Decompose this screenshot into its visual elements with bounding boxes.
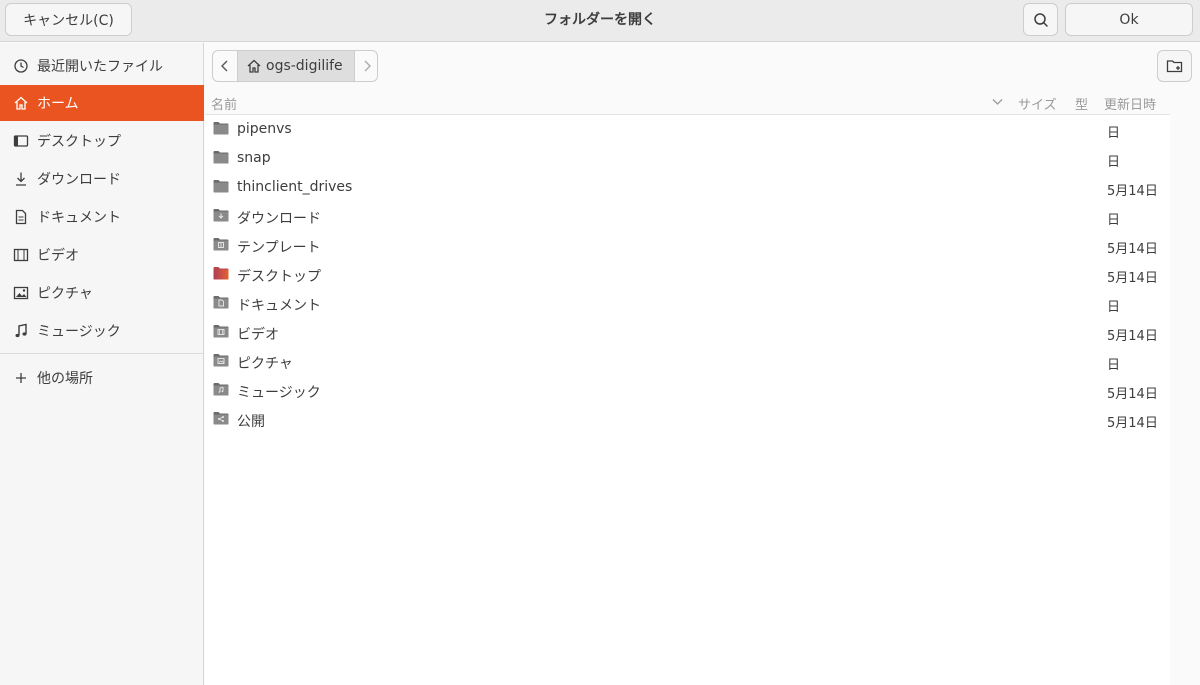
file-row[interactable]: ピクチャ 日 xyxy=(205,347,1170,376)
sidebar-item-pictures[interactable]: ピクチャ xyxy=(0,275,204,311)
search-button[interactable] xyxy=(1023,3,1058,36)
folder-icon xyxy=(213,150,229,164)
file-name: pipenvs xyxy=(237,121,292,137)
file-modified: 5月14日 xyxy=(1107,416,1158,431)
file-modified: 日 xyxy=(1107,300,1121,315)
download-icon xyxy=(12,170,30,188)
file-name: テンプレート xyxy=(237,240,321,256)
column-header-type[interactable]: 型 xyxy=(1075,94,1088,113)
plus-icon xyxy=(12,369,30,387)
file-row[interactable]: テンプレート 5月14日 xyxy=(205,231,1170,260)
file-name: thinclient_drives xyxy=(237,179,353,195)
sidebar-item-label: 他の場所 xyxy=(37,371,93,387)
sidebar-item-label: ホーム xyxy=(37,96,79,112)
file-modified: 日 xyxy=(1107,155,1121,170)
sidebar-item-home[interactable]: ホーム xyxy=(0,85,204,121)
file-row[interactable]: snap 日 xyxy=(205,144,1170,173)
file-name: ピクチャ xyxy=(237,356,293,372)
file-modified: 5月14日 xyxy=(1107,242,1158,257)
column-header-size[interactable]: サイズ xyxy=(1018,94,1057,113)
file-modified: 5月14日 xyxy=(1107,329,1158,344)
file-row[interactable]: ビデオ 5月14日 xyxy=(205,318,1170,347)
folder-desktop-icon xyxy=(213,266,229,280)
column-header-name[interactable]: 名前 xyxy=(211,94,237,113)
sidebar-item-label: ピクチャ xyxy=(37,286,93,302)
file-modified: 5月14日 xyxy=(1107,184,1158,199)
folder-download-icon xyxy=(213,208,229,222)
chevron-left-icon xyxy=(221,60,228,72)
new-folder-button[interactable] xyxy=(1157,50,1192,82)
sidebar-item-label: ミュージック xyxy=(37,324,121,340)
folder-documents-icon xyxy=(213,295,229,309)
sidebar-item-label: デスクトップ xyxy=(37,134,121,150)
sidebar-separator xyxy=(0,353,204,354)
file-row[interactable]: ダウンロード 日 xyxy=(205,202,1170,231)
sidebar-item-other-locations[interactable]: 他の場所 xyxy=(0,360,204,396)
folder-icon xyxy=(213,179,229,193)
file-modified: 5月14日 xyxy=(1107,271,1158,286)
picture-icon xyxy=(12,284,30,302)
recent-icon xyxy=(12,57,30,75)
file-name: 公開 xyxy=(237,414,265,430)
header-bar: フォルダーを開く キャンセル(C) Ok xyxy=(0,0,1200,42)
sidebar-item-label: 最近開いたファイル xyxy=(37,59,163,75)
file-list: 名前 サイズ 型 更新日時 pipenvs 日 snap 日 thinclient_dr… xyxy=(205,89,1170,685)
path-back-button[interactable] xyxy=(213,51,238,81)
sidebar-item-documents[interactable]: ドキュメント xyxy=(0,199,204,235)
cancel-button[interactable]: キャンセル(C) xyxy=(5,3,132,36)
sidebar-item-label: ビデオ xyxy=(37,248,79,264)
file-modified: 日 xyxy=(1107,126,1121,141)
file-name: snap xyxy=(237,150,271,166)
desktop-icon xyxy=(12,132,30,150)
home-icon xyxy=(247,59,261,73)
sidebar-item-label: ダウンロード xyxy=(37,172,121,188)
path-forward-button[interactable] xyxy=(354,51,377,81)
file-name: ミュージック xyxy=(237,385,321,401)
column-header-row: 名前 サイズ 型 更新日時 xyxy=(205,89,1170,115)
path-segment-home[interactable]: ogs-digilife xyxy=(238,51,354,81)
file-modified: 日 xyxy=(1107,358,1121,373)
file-name: ドキュメント xyxy=(237,298,321,314)
new-folder-icon xyxy=(1166,60,1182,73)
home-icon xyxy=(12,94,30,112)
music-icon xyxy=(12,322,30,340)
path-segment-label: ogs-digilife xyxy=(266,58,343,74)
chevron-down-icon[interactable] xyxy=(992,98,1003,106)
search-icon xyxy=(1033,12,1048,27)
ok-button[interactable]: Ok xyxy=(1065,3,1193,36)
file-name: ダウンロード xyxy=(237,211,321,227)
sidebar-item-downloads[interactable]: ダウンロード xyxy=(0,161,204,197)
file-modified: 日 xyxy=(1107,213,1121,228)
path-bar: ogs-digilife xyxy=(212,50,378,82)
column-header-modified[interactable]: 更新日時 xyxy=(1104,94,1156,113)
file-name: ビデオ xyxy=(237,327,279,343)
file-modified: 5月14日 xyxy=(1107,387,1158,402)
sidebar-item-music[interactable]: ミュージック xyxy=(0,313,204,349)
dialog-title: フォルダーを開く xyxy=(544,12,656,28)
places-sidebar: 最近開いたファイル ホーム デスクトップ ダウンロード ドキュメント ビデオ ピ… xyxy=(0,43,204,685)
file-row[interactable]: デスクトップ 5月14日 xyxy=(205,260,1170,289)
sidebar-item-videos[interactable]: ビデオ xyxy=(0,237,204,273)
file-row[interactable]: 公開 5月14日 xyxy=(205,405,1170,434)
file-row[interactable]: thinclient_drives 5月14日 xyxy=(205,173,1170,202)
chevron-right-icon xyxy=(364,60,371,72)
file-row[interactable]: ミュージック 5月14日 xyxy=(205,376,1170,405)
file-name: デスクトップ xyxy=(237,269,321,285)
document-icon xyxy=(12,208,30,226)
folder-icon xyxy=(213,121,229,135)
folder-templates-icon xyxy=(213,237,229,251)
file-row[interactable]: ドキュメント 日 xyxy=(205,289,1170,318)
folder-public-icon xyxy=(213,411,229,425)
file-row[interactable]: pipenvs 日 xyxy=(205,115,1170,144)
sidebar-item-label: ドキュメント xyxy=(37,210,121,226)
folder-pictures-icon xyxy=(213,353,229,367)
sidebar-item-recent[interactable]: 最近開いたファイル xyxy=(0,48,204,84)
folder-videos-icon xyxy=(213,324,229,338)
video-icon xyxy=(12,246,30,264)
folder-music-icon xyxy=(213,382,229,396)
sidebar-item-desktop[interactable]: デスクトップ xyxy=(0,123,204,159)
scroll-gutter xyxy=(1170,89,1200,685)
